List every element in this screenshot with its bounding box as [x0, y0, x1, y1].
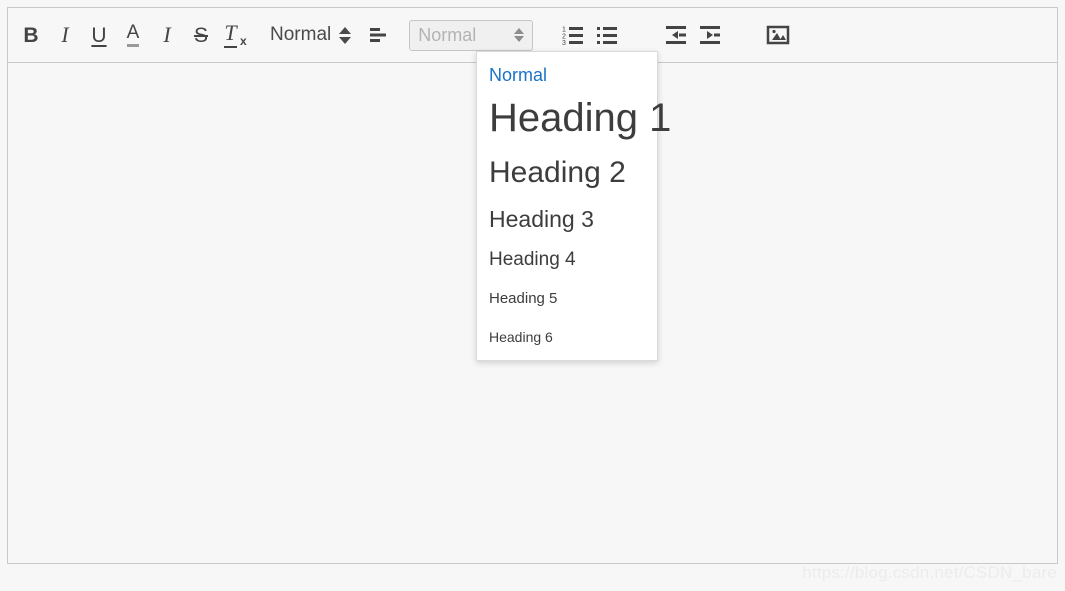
bold-button[interactable]: B: [14, 18, 48, 52]
bold-icon: B: [23, 23, 39, 47]
dropdown-item-normal[interactable]: Normal: [477, 62, 657, 98]
insert-image-button[interactable]: [761, 18, 795, 52]
indent-icon: [700, 26, 721, 44]
ordered-list-button[interactable]: 1 2 3: [557, 18, 591, 52]
svg-text:1: 1: [562, 27, 566, 34]
dropdown-item-heading-2[interactable]: Heading 2: [477, 158, 657, 208]
text-color-icon: A: [126, 23, 139, 47]
strikethrough-icon: S: [193, 23, 208, 47]
dropdown-item-heading-5[interactable]: Heading 5: [477, 291, 657, 330]
dropdown-item-heading-6[interactable]: Heading 6: [477, 330, 657, 346]
indent-button[interactable]: [693, 18, 727, 52]
italic-serif-button[interactable]: I: [150, 18, 184, 52]
image-icon: [766, 25, 790, 45]
dropdown-item-heading-3[interactable]: Heading 3: [477, 208, 657, 250]
align-button[interactable]: [361, 18, 395, 52]
stepper-arrows-icon: [339, 26, 352, 44]
italic-serif-icon: I: [163, 22, 171, 47]
format-select-value: Normal: [418, 24, 477, 45]
remove-format-letter: T: [224, 20, 237, 45]
ordered-list-icon: 1 2 3: [562, 27, 584, 45]
italic-icon: I: [61, 22, 69, 47]
font-size-select[interactable]: Normal: [270, 24, 352, 46]
watermark-text: https://blog.csdn.net/CSDN_bare: [802, 563, 1057, 582]
text-color-button[interactable]: A: [116, 18, 150, 52]
dropdown-item-heading-4[interactable]: Heading 4: [477, 250, 657, 291]
format-select[interactable]: Normal: [409, 19, 534, 51]
unordered-list-button[interactable]: [591, 18, 625, 52]
underline-button[interactable]: U: [82, 18, 116, 52]
text-format-group: B I U A I S Tx: [14, 18, 252, 52]
format-dropdown-menu[interactable]: Normal Heading 1 Heading 2 Heading 3 Hea…: [476, 51, 671, 361]
remove-format-button[interactable]: Tx: [218, 18, 252, 52]
remove-format-icon: Tx: [224, 20, 247, 48]
outdent-icon: [666, 26, 687, 44]
outdent-button[interactable]: [659, 18, 693, 52]
remove-format-x: x: [239, 34, 247, 48]
dropdown-item-heading-1[interactable]: Heading 1: [477, 98, 671, 158]
svg-text:3: 3: [562, 40, 566, 45]
align-left-icon: [370, 28, 387, 42]
underline-icon: U: [91, 23, 107, 47]
strikethrough-button[interactable]: S: [184, 18, 218, 52]
unordered-list-icon: [597, 27, 618, 44]
italic-button[interactable]: I: [48, 18, 82, 52]
stepper-arrows-icon: [514, 28, 525, 42]
